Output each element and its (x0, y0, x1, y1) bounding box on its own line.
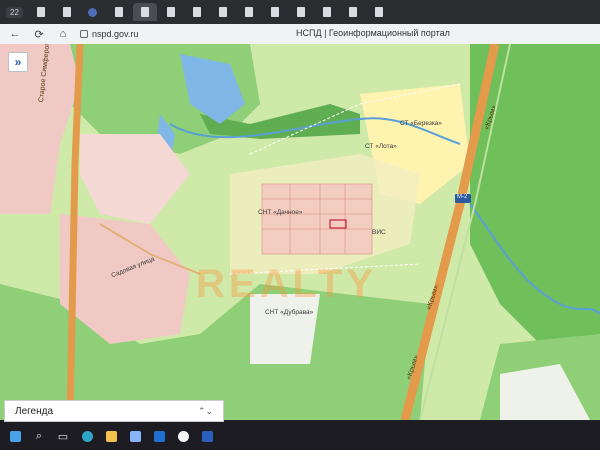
taskview-icon[interactable]: ▭ (56, 429, 70, 443)
tab-pdf[interactable] (315, 3, 339, 21)
taskbar: ⌕ ▭ (0, 422, 600, 450)
tab-word[interactable] (107, 3, 131, 21)
screen: 22 ← ⟳ ⌂ nspd.gov.ru НСПД | Геоинформаци… (0, 0, 600, 450)
word-icon[interactable] (200, 429, 214, 443)
pdf-icon (166, 7, 175, 17)
back-button[interactable]: ← (8, 28, 22, 40)
explorer-icon[interactable] (104, 429, 118, 443)
tab-active[interactable] (132, 3, 157, 21)
label-snt-dachnoe: СНТ «Дачное» (258, 209, 303, 216)
page-icon (140, 7, 149, 17)
pdf-icon (244, 7, 253, 17)
tab-pdf[interactable] (367, 3, 391, 21)
yandex-icon[interactable] (176, 429, 190, 443)
label-road-shield: М-2 (457, 194, 468, 200)
tab-pdf[interactable] (341, 3, 365, 21)
lock-icon (80, 30, 88, 38)
pdf-icon (192, 7, 201, 17)
app-icon (88, 7, 98, 17)
page-title: НСПД | Геоинформационный портал (296, 28, 450, 38)
label-st-lota: СТ «Лота» (365, 143, 397, 150)
windows-icon[interactable] (8, 429, 22, 443)
edge-icon[interactable] (80, 429, 94, 443)
url-text: nspd.gov.ru (92, 29, 139, 39)
search-icon[interactable]: ⌕ (32, 429, 46, 443)
pdf-icon (218, 7, 227, 17)
pdf-icon (36, 7, 45, 17)
plot-grid (261, 183, 373, 255)
pdf-icon (374, 7, 383, 17)
label-area: ВИС (372, 229, 386, 236)
pdf-icon (322, 7, 331, 17)
browser-tab-bar: 22 (0, 0, 600, 24)
tab-pdf[interactable] (289, 3, 313, 21)
photos-icon[interactable] (128, 429, 142, 443)
home-button[interactable]: ⌂ (56, 28, 70, 40)
address-bar: ← ⟳ ⌂ nspd.gov.ru НСПД | Геоинформационн… (0, 24, 600, 44)
tab-pdf[interactable] (185, 3, 209, 21)
chevron-updown-icon: ⌃⌄ (197, 405, 213, 416)
map-canvas[interactable]: » Старое Симферопольское шоссе Садовая у… (0, 44, 600, 420)
outlook-icon[interactable] (152, 429, 166, 443)
pdf-icon (296, 7, 305, 17)
word-icon (114, 7, 123, 17)
word-icon (62, 7, 71, 17)
legend-label: Легенда (15, 405, 54, 417)
tab-counter[interactable]: 22 (6, 6, 23, 18)
map-graphics (0, 44, 600, 420)
tab-pdf[interactable] (159, 3, 183, 21)
label-st-berezka: СТ «Березка» (400, 120, 443, 127)
legend-dropdown[interactable]: Легенда ⌃⌄ (4, 400, 224, 422)
pdf-icon (348, 7, 357, 17)
label-snt-dubrava: СНТ «Дубрава» (265, 309, 314, 316)
tab-pdf[interactable] (211, 3, 235, 21)
tab-word[interactable] (55, 3, 79, 21)
tab-pdf[interactable] (237, 3, 261, 21)
reload-button[interactable]: ⟳ (32, 28, 46, 41)
tab-app[interactable] (81, 3, 105, 21)
tab-pdf[interactable] (263, 3, 287, 21)
pdf-icon (270, 7, 279, 17)
watermark-logo: REALTY (196, 262, 378, 306)
tab-pdf[interactable] (29, 3, 53, 21)
expand-panel-button[interactable]: » (8, 52, 28, 72)
url-field[interactable]: nspd.gov.ru (80, 29, 138, 39)
